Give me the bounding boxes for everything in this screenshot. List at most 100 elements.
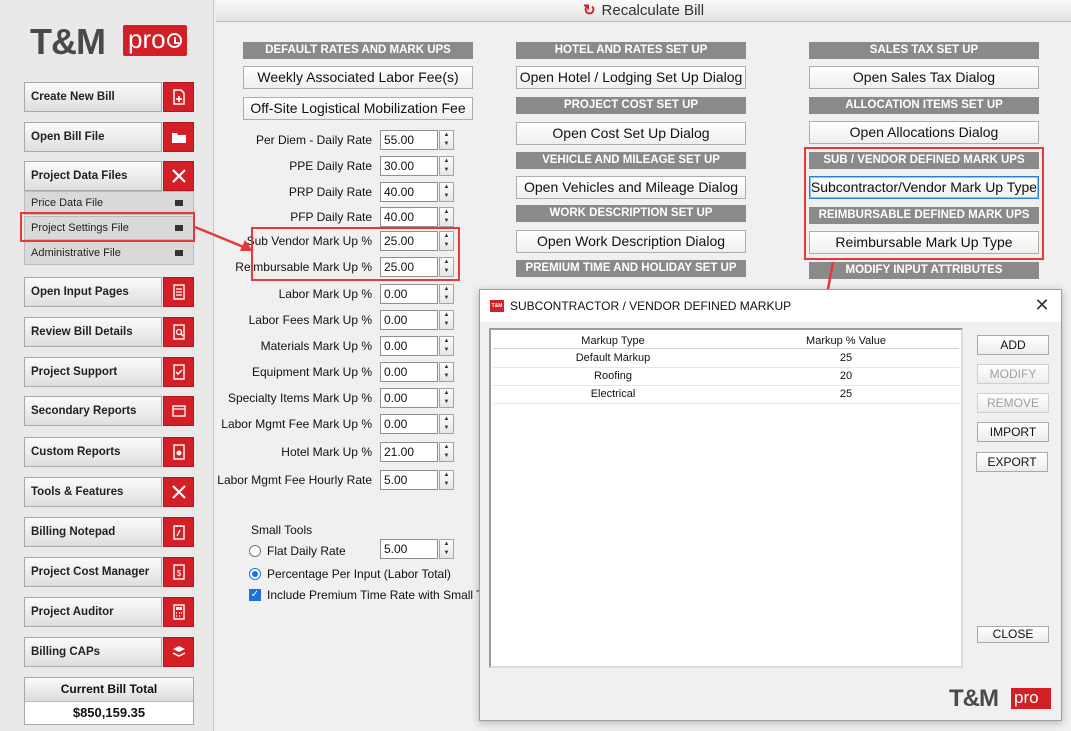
- spinner-icon[interactable]: ▲ ▼: [439, 182, 454, 202]
- spinner-icon[interactable]: ▲ ▼: [439, 336, 454, 356]
- magnify-page-icon: [163, 317, 194, 347]
- sub-item-project-settings-file[interactable]: Project Settings File: [24, 216, 194, 240]
- sub-item-administrative-file[interactable]: Administrative File: [24, 241, 194, 265]
- secondary-reports-button[interactable]: Secondary Reports: [24, 396, 194, 426]
- field-row: 5.00 ▲ ▼: [300, 539, 456, 559]
- spinner-icon[interactable]: ▲ ▼: [439, 156, 454, 176]
- spinner-icon[interactable]: ▲ ▼: [439, 130, 454, 150]
- prp-daily-rate-input[interactable]: 40.00: [380, 182, 438, 202]
- spinner-icon[interactable]: ▲ ▼: [439, 470, 454, 490]
- spinner-icon[interactable]: ▲ ▼: [439, 284, 454, 304]
- field-row: Hotel Mark Up % 21.00 ▲ ▼: [200, 442, 456, 462]
- open-vehicles-dialog-button[interactable]: Open Vehicles and Mileage Dialog: [516, 176, 746, 199]
- labor-fees-markup-input[interactable]: 0.00: [380, 310, 438, 330]
- spinner-icon[interactable]: ▲ ▼: [439, 414, 454, 434]
- close-button[interactable]: CLOSE: [977, 626, 1049, 643]
- create-new-bill-button[interactable]: Create New Bill: [24, 82, 194, 112]
- field-label: Labor Fees Mark Up %: [248, 313, 372, 327]
- reimbursable-markup-input[interactable]: 25.00: [380, 257, 438, 277]
- remove-button[interactable]: REMOVE: [977, 393, 1049, 413]
- hotel-markup-input[interactable]: 21.00: [380, 442, 438, 462]
- sub-item-price-data-file[interactable]: Price Data File: [24, 191, 194, 215]
- export-button[interactable]: EXPORT: [976, 452, 1048, 472]
- add-button[interactable]: ADD: [977, 335, 1049, 355]
- spinner-icon[interactable]: ▲ ▼: [439, 257, 454, 277]
- ppe-daily-rate-input[interactable]: 30.00: [380, 156, 438, 176]
- table-header: Markup Type Markup % Value: [493, 333, 959, 349]
- weekly-labor-fee-button[interactable]: Weekly Associated Labor Fee(s): [243, 66, 473, 89]
- custom-reports-button[interactable]: Custom Reports: [24, 437, 194, 467]
- billing-notepad-button[interactable]: Billing Notepad: [24, 517, 194, 547]
- materials-markup-input[interactable]: 0.00: [380, 336, 438, 356]
- field-row: Equipment Mark Up % 0.00 ▲ ▼: [200, 362, 456, 382]
- field-label: Labor Mgmt Fee Hourly Rate: [217, 473, 372, 487]
- open-sales-tax-button[interactable]: Open Sales Tax Dialog: [809, 66, 1039, 89]
- reimbursable-markup-type-button[interactable]: Reimbursable Mark Up Type: [809, 231, 1039, 254]
- gear-page-icon: [163, 437, 194, 467]
- recalculate-bill-button[interactable]: ↻ Recalculate Bill: [216, 0, 1071, 22]
- spinner-icon[interactable]: ▲ ▼: [439, 539, 454, 559]
- project-support-button[interactable]: Project Support: [24, 357, 194, 387]
- field-label: Equipment Mark Up %: [251, 365, 372, 379]
- per-diem-input[interactable]: 55.00: [380, 130, 438, 150]
- modify-button[interactable]: MODIFY: [977, 364, 1049, 384]
- include-premium-label: Include Premium Time Rate with Small Too…: [267, 588, 505, 602]
- premium-time-header: PREMIUM TIME AND HOLIDAY SET UP: [516, 260, 746, 277]
- checklist-icon: [163, 357, 194, 387]
- field-label: Hotel Mark Up %: [281, 445, 372, 459]
- field-label: Labor Mark Up %: [278, 287, 372, 301]
- project-data-files-button[interactable]: Project Data Files: [24, 161, 194, 191]
- table-row[interactable]: Electrical 25: [493, 386, 959, 404]
- labor-markup-input[interactable]: 0.00: [380, 284, 438, 304]
- open-bill-file-button[interactable]: Open Bill File: [24, 122, 194, 152]
- billing-caps-button[interactable]: Billing CAPs: [24, 637, 194, 667]
- table-row[interactable]: Default Markup 25: [493, 350, 959, 368]
- close-x-icon[interactable]: [163, 161, 194, 191]
- logo-text: T&M: [949, 685, 999, 712]
- nav-label: Open Input Pages: [24, 277, 162, 307]
- logo-pro-badge: pro: [1011, 688, 1051, 709]
- project-cost-manager-button[interactable]: Project Cost Manager $: [24, 557, 194, 587]
- dollar-page-icon: $: [163, 557, 194, 587]
- spinner-icon[interactable]: ▲ ▼: [439, 207, 454, 227]
- labor-mgmt-fee-markup-input[interactable]: 0.00: [380, 414, 438, 434]
- spinner-icon[interactable]: ▲ ▼: [439, 231, 454, 251]
- offsite-mobilization-fee-button[interactable]: Off-Site Logistical Mobilization Fee: [243, 97, 473, 120]
- app-icon: T&M: [490, 300, 504, 312]
- include-premium-checkbox[interactable]: ✓: [249, 589, 261, 601]
- nav-label: Project Support: [24, 357, 162, 387]
- field-row: Labor Mgmt Fee Hourly Rate 5.00 ▲ ▼: [200, 470, 456, 490]
- specialty-items-markup-input[interactable]: 0.00: [380, 388, 438, 408]
- equipment-markup-input[interactable]: 0.00: [380, 362, 438, 382]
- open-allocations-button[interactable]: Open Allocations Dialog: [809, 121, 1039, 144]
- close-icon[interactable]: ✕: [1031, 294, 1053, 316]
- logo-pro-badge: pro: [123, 25, 187, 56]
- nav-label: Secondary Reports: [24, 396, 162, 426]
- open-hotel-dialog-button[interactable]: Open Hotel / Lodging Set Up Dialog: [516, 66, 746, 89]
- pfp-daily-rate-input[interactable]: 40.00: [380, 207, 438, 227]
- open-input-pages-button[interactable]: Open Input Pages: [24, 277, 194, 307]
- field-label: Materials Mark Up %: [260, 339, 372, 353]
- labor-mgmt-hourly-rate-input[interactable]: 5.00: [380, 470, 438, 490]
- field-row: Specialty Items Mark Up % 0.00 ▲ ▼: [200, 388, 456, 408]
- spinner-icon[interactable]: ▲ ▼: [439, 442, 454, 462]
- import-button[interactable]: IMPORT: [977, 422, 1049, 442]
- spinner-icon[interactable]: ▲ ▼: [439, 388, 454, 408]
- review-bill-details-button[interactable]: Review Bill Details: [24, 317, 194, 347]
- project-auditor-button[interactable]: Project Auditor: [24, 597, 194, 627]
- spinner-icon[interactable]: ▲ ▼: [439, 310, 454, 330]
- flat-daily-rate-input[interactable]: 5.00: [380, 539, 438, 559]
- open-cost-setup-button[interactable]: Open Cost Set Up Dialog: [516, 122, 746, 145]
- subcontractor-markup-type-button[interactable]: Subcontractor/Vendor Mark Up Type: [809, 176, 1039, 199]
- nav-label: Project Cost Manager: [24, 557, 162, 587]
- open-work-description-button[interactable]: Open Work Description Dialog: [516, 230, 746, 253]
- flat-daily-rate-radio[interactable]: [249, 545, 261, 557]
- field-row: PRP Daily Rate 40.00 ▲ ▼: [200, 182, 456, 202]
- reimbursable-markups-header: REIMBURSABLE DEFINED MARK UPS: [809, 207, 1039, 224]
- sub-vendor-markup-input[interactable]: 25.00: [380, 231, 438, 251]
- tools-features-button[interactable]: Tools & Features: [24, 477, 194, 507]
- dialog-logo: T&M pro: [949, 686, 1054, 712]
- spinner-icon[interactable]: ▲ ▼: [439, 362, 454, 382]
- table-row[interactable]: Roofing 20: [493, 368, 959, 386]
- percentage-per-input-radio[interactable]: [249, 568, 261, 580]
